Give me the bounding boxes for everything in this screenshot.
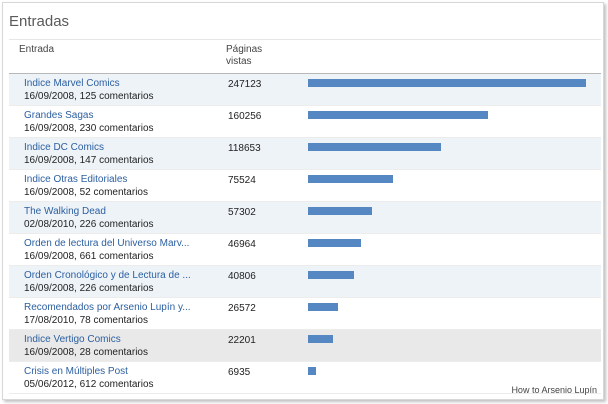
entry-meta: 02/08/2010, 226 comentarios	[24, 219, 154, 230]
entry-views-count: 40806	[228, 271, 256, 282]
title-divider	[9, 39, 601, 40]
table-header: Entrada Páginas vistas	[9, 41, 601, 73]
entry-meta: 16/09/2008, 28 comentarios	[24, 347, 148, 358]
entry-views-bar	[308, 111, 488, 119]
entry-meta: 16/09/2008, 147 comentarios	[24, 155, 154, 166]
entry-meta: 16/09/2008, 661 comentarios	[24, 251, 154, 262]
entry-views-count: 75524	[228, 175, 256, 186]
entry-views-count: 26572	[228, 303, 256, 314]
entry-views-count: 22201	[228, 335, 256, 346]
entry-views-bar	[308, 79, 586, 87]
entry-title-link[interactable]: Orden de lectura del Universo Marv...	[24, 238, 189, 249]
entry-views-count: 46964	[228, 239, 256, 250]
entry-title-link[interactable]: Recomendados por Arsenio Lupín y...	[24, 302, 191, 313]
entry-title-link[interactable]: Indice Marvel Comics	[24, 78, 120, 89]
column-header-entrada: Entrada	[19, 44, 55, 55]
table-row: Recomendados por Arsenio Lupín y... 17/08…	[9, 298, 601, 330]
table-row: Grandes Sagas 16/09/2008, 230 comentarios…	[9, 106, 601, 138]
table-row: Indice DC Comics 16/09/2008, 147 comentar…	[9, 138, 601, 170]
table-row: Orden Cronológico y de Lectura de ... 16/…	[9, 266, 601, 298]
entry-views-bar	[308, 303, 338, 311]
entry-views-bar	[308, 175, 393, 183]
entry-title-link[interactable]: Indice Otras Editoriales	[24, 174, 127, 185]
entry-meta: 16/09/2008, 230 comentarios	[24, 123, 154, 134]
entry-views-bar	[308, 239, 361, 247]
table-row: The Walking Dead 02/08/2010, 226 comentar…	[9, 202, 601, 234]
column-header-views-line2: vistas	[226, 56, 252, 67]
entry-views-bar	[308, 367, 316, 375]
entry-views-count: 57302	[228, 207, 256, 218]
entry-views-count: 118653	[228, 143, 261, 154]
table-row: Indice Marvel Comics 16/09/2008, 125 come…	[9, 74, 601, 106]
entry-views-bar	[308, 143, 441, 151]
watermark: How to Arsenio Lupín	[511, 385, 597, 395]
table-row: Orden de lectura del Universo Marv... 16/…	[9, 234, 601, 266]
entry-title-link[interactable]: Orden Cronológico y de Lectura de ...	[24, 270, 191, 281]
entry-views-count: 247123	[228, 79, 262, 90]
entry-views-bar	[308, 271, 354, 279]
entries-table: Indice Marvel Comics 16/09/2008, 125 come…	[9, 74, 601, 394]
entry-meta: 16/09/2008, 226 comentarios	[24, 283, 154, 294]
entry-title-link[interactable]: Indice DC Comics	[24, 142, 104, 153]
entry-views-count: 160256	[228, 111, 262, 122]
entry-meta: 05/06/2012, 612 comentarios	[24, 379, 154, 390]
column-header-views-line1: Páginas	[226, 44, 263, 55]
entry-title-link[interactable]: Indice Vertigo Comics	[24, 334, 121, 345]
table-row: Indice Vertigo Comics 16/09/2008, 28 come…	[9, 330, 601, 362]
entry-title-link[interactable]: Crisis en Múltiples Post	[24, 366, 128, 377]
entry-title-link[interactable]: The Walking Dead	[24, 206, 106, 217]
column-header-views: Páginas vistas	[226, 44, 262, 68]
entry-views-bar	[308, 207, 372, 215]
entry-views-bar	[308, 335, 333, 343]
entry-views-count: 6935	[228, 367, 251, 378]
stats-panel: Entradas Entrada Páginas vistas Indice M…	[2, 2, 604, 400]
entry-meta: 16/09/2008, 52 comentarios	[24, 187, 148, 198]
entry-meta: 17/08/2010, 78 comentarios	[24, 315, 148, 326]
panel-title: Entradas	[9, 13, 70, 30]
table-row: Indice Otras Editoriales 16/09/2008, 52 c…	[9, 170, 601, 202]
entry-title-link[interactable]: Grandes Sagas	[24, 110, 94, 121]
entry-meta: 16/09/2008, 125 comentarios	[24, 91, 154, 102]
